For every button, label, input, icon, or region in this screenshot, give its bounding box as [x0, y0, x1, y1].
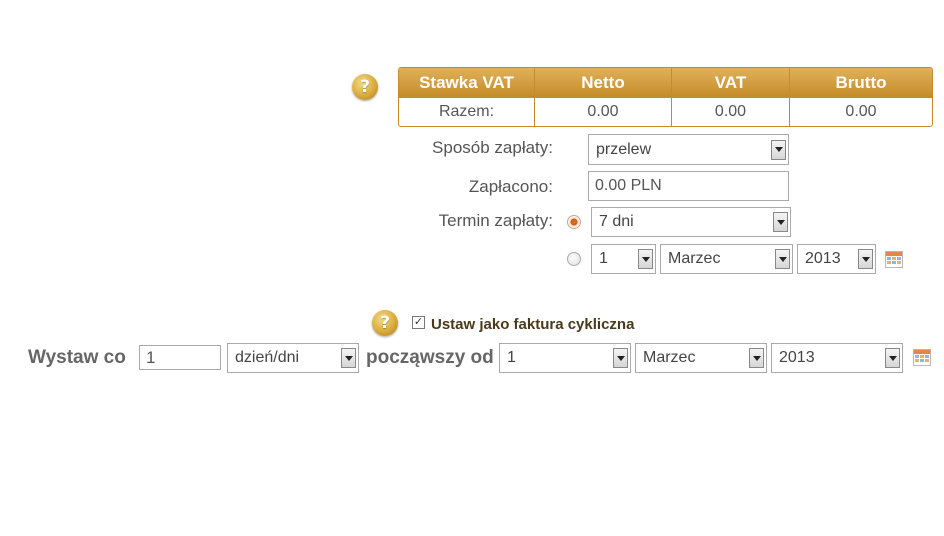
dropdown-arrow-icon[interactable] [749, 348, 764, 368]
term-month-select[interactable]: Marzec [660, 244, 793, 274]
total-vat: 0.00 [672, 98, 790, 126]
dropdown-arrow-icon[interactable] [341, 348, 356, 368]
payment-method-select[interactable]: przelew [588, 134, 789, 165]
start-year-value: 2013 [779, 349, 815, 366]
cyclic-invoice-label: Ustaw jako faktura cykliczna [431, 316, 635, 333]
interval-unit-select[interactable]: dzień/dni [227, 343, 359, 373]
payment-method-value: przelew [596, 140, 652, 158]
dropdown-arrow-icon[interactable] [775, 249, 790, 269]
vat-summary-table: Stawka VAT Netto VAT Brutto Razem: 0.00 … [398, 67, 933, 127]
term-year-value: 2013 [805, 250, 841, 267]
help-icon[interactable]: ? [352, 74, 378, 100]
term-day-select[interactable]: 1 [591, 244, 656, 274]
paid-amount-input[interactable]: 0.00 PLN [588, 171, 789, 201]
starting-from-label: począwszy od [366, 347, 494, 368]
vat-table-header: Stawka VAT Netto VAT Brutto [399, 68, 932, 98]
interval-unit-value: dzień/dni [235, 349, 300, 366]
dropdown-arrow-icon[interactable] [638, 249, 653, 269]
term-month-value: Marzec [668, 250, 721, 267]
term-date-radio[interactable] [567, 252, 581, 266]
calendar-icon[interactable] [913, 349, 931, 366]
total-net: 0.00 [535, 98, 672, 126]
start-month-select[interactable]: Marzec [635, 343, 767, 373]
total-label: Razem: [399, 98, 535, 126]
header-gross: Brutto [835, 73, 887, 92]
start-month-value: Marzec [643, 349, 696, 366]
header-vat: VAT [672, 68, 790, 98]
payment-term-select[interactable]: 7 dni [591, 207, 791, 237]
start-day-select[interactable]: 1 [499, 343, 631, 373]
calendar-icon[interactable] [885, 251, 903, 268]
header-vat-rate: Stawka VAT [399, 68, 535, 98]
total-gross: 0.00 [845, 103, 877, 120]
dropdown-arrow-icon[interactable] [771, 139, 786, 160]
paid-label: Zapłacono: [468, 177, 553, 196]
interval-input[interactable]: 1 [139, 345, 221, 370]
paid-amount-value: 0.00 PLN [595, 177, 662, 194]
term-days-radio[interactable] [567, 215, 581, 229]
table-row: Razem: 0.00 0.00 0.00 [399, 98, 932, 126]
dropdown-arrow-icon[interactable] [858, 249, 873, 269]
dropdown-arrow-icon[interactable] [885, 348, 900, 368]
cyclic-invoice-checkbox[interactable]: ✓ [412, 316, 425, 329]
start-year-select[interactable]: 2013 [771, 343, 903, 373]
issue-every-label: Wystaw co [28, 347, 126, 368]
interval-value: 1 [146, 347, 156, 367]
term-year-select[interactable]: 2013 [797, 244, 876, 274]
header-net: Netto [535, 68, 672, 98]
start-day-value: 1 [507, 349, 516, 366]
dropdown-arrow-icon[interactable] [773, 212, 788, 232]
payment-term-value: 7 dni [599, 213, 634, 230]
help-icon[interactable]: ? [372, 310, 398, 336]
payment-term-label: Termin zapłaty: [438, 211, 553, 230]
term-day-value: 1 [599, 250, 608, 267]
payment-method-label: Sposób zapłaty: [432, 138, 553, 157]
dropdown-arrow-icon[interactable] [613, 348, 628, 368]
